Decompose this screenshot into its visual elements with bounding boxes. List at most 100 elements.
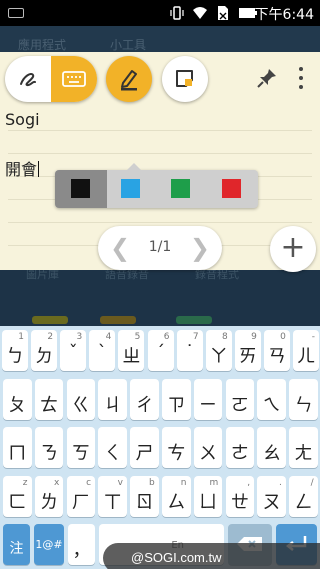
key-row2-8[interactable]: ㄟ xyxy=(257,379,286,420)
key-row3-5[interactable]: ㄘ xyxy=(162,427,191,468)
key-label: ㄕ xyxy=(135,443,154,464)
palette-pointer xyxy=(127,163,141,170)
key-row3-6[interactable]: ㄨ xyxy=(193,427,223,468)
key-row2-9[interactable]: ㄣ xyxy=(289,379,318,420)
key-label: ㄋ xyxy=(40,443,59,464)
key-row1-9[interactable]: ㄢ0 xyxy=(263,330,290,371)
key-hint: n xyxy=(180,478,187,488)
zhuyin-keyboard: ㄅ 1 ㄉ 2 ˇ 3 ˋ 4 ㄓ 5 ˊ 6 ˙ 7 ㄚ 8 ㄞ 9 ㄢ 0 ㄦ - ㄆㄊㄍㄐㄔㄗㄧㄛㄟㄣㄇㄋㄎㄑㄕㄘㄨㄜ… xyxy=(0,326,320,569)
key-label: ㄛ xyxy=(230,395,249,416)
keyboard-mode-button[interactable] xyxy=(51,56,97,102)
key-label: ㄦ xyxy=(297,346,315,367)
note-text-line-1[interactable]: Sogi xyxy=(5,110,40,129)
key-row1-7[interactable]: ㄚ8 xyxy=(205,330,232,371)
key-row3-3[interactable]: ㄑ xyxy=(98,427,127,468)
key-label: ㄏ xyxy=(71,492,90,513)
more-options-icon[interactable] xyxy=(299,67,305,94)
sticky-note-icon xyxy=(176,70,193,87)
key-row2-0[interactable]: ㄆ xyxy=(3,379,32,420)
key-row1-8[interactable]: ㄞ9 xyxy=(234,330,261,371)
key-row1-0[interactable]: ㄅ1 xyxy=(2,330,28,371)
key-row1-5[interactable]: ˊ6 xyxy=(147,330,174,371)
symbols-key[interactable]: 1@# xyxy=(34,524,64,565)
key-row1-3[interactable]: ˋ4 xyxy=(89,330,116,371)
key-hint: 7 xyxy=(192,332,199,342)
key-row4-5[interactable]: ㄙn xyxy=(162,476,191,517)
key-row3-7[interactable]: ㄜ xyxy=(225,427,255,468)
pen-color-button[interactable] xyxy=(106,56,152,102)
comma-key[interactable]: ， xyxy=(68,524,95,565)
key-hint: b xyxy=(148,478,155,488)
background-icon-strip xyxy=(176,316,212,324)
key-label: ˙ xyxy=(185,342,195,363)
key-row4-7[interactable]: ㄝ, xyxy=(225,476,255,517)
add-page-button[interactable]: + xyxy=(270,226,316,272)
key-row2-2[interactable]: ㄍ xyxy=(66,379,96,420)
key-row3-9[interactable]: ㄤ xyxy=(289,427,318,468)
key-hint: 4 xyxy=(105,332,112,342)
key-row1-10[interactable]: ㄦ- xyxy=(293,330,319,371)
handwriting-mode-button[interactable] xyxy=(5,56,51,102)
key-row3-8[interactable]: ㄠ xyxy=(257,427,286,468)
key-label: ㄔ xyxy=(135,395,154,416)
vibrate-icon xyxy=(170,6,184,20)
key-label: ㄍ xyxy=(71,395,90,416)
background-icon-strip xyxy=(100,316,136,324)
key-label: ㄑ xyxy=(103,443,122,464)
pin-icon[interactable] xyxy=(256,67,278,89)
key-label: ㄣ xyxy=(294,395,313,416)
wifi-icon xyxy=(193,7,207,19)
status-bar: 下午6:44 xyxy=(0,0,320,26)
key-row3-4[interactable]: ㄕ xyxy=(130,427,159,468)
key-row1-2[interactable]: ˇ3 xyxy=(60,330,87,371)
language-switch-key[interactable]: 注 xyxy=(3,524,30,565)
key-label: ㄌ xyxy=(40,492,59,513)
watermark: @SOGI.com.tw xyxy=(103,543,320,569)
key-row2-4[interactable]: ㄔ xyxy=(130,379,159,420)
keyboard-notification-icon xyxy=(8,8,24,18)
comma-key-label: ， xyxy=(72,540,91,561)
key-row3-2[interactable]: ㄎ xyxy=(66,427,96,468)
key-hint: 6 xyxy=(163,332,170,342)
key-hint: / xyxy=(310,478,314,488)
note-text-line-2[interactable]: 開會 xyxy=(5,156,40,180)
input-mode-toggle xyxy=(5,56,97,102)
memo-color-button[interactable] xyxy=(162,56,208,102)
key-row2-5[interactable]: ㄗ xyxy=(162,379,191,420)
key-row4-2[interactable]: ㄏc xyxy=(66,476,96,517)
color-swatch-green[interactable] xyxy=(171,179,190,198)
page-navigator: ❮ 1/1 ❯ xyxy=(98,226,222,270)
key-label: ㄘ xyxy=(167,443,186,464)
key-row4-6[interactable]: ㄩm xyxy=(193,476,223,517)
key-row4-0[interactable]: ㄈz xyxy=(3,476,32,517)
key-hint: . xyxy=(279,478,282,488)
key-row3-0[interactable]: ㄇ xyxy=(3,427,32,468)
key-row1-6[interactable]: ˙ 7 xyxy=(176,330,203,371)
key-hint: v xyxy=(117,478,123,488)
language-key-label: 注 xyxy=(9,541,24,557)
key-label: ㄊ xyxy=(40,395,59,416)
color-palette xyxy=(55,163,258,208)
color-swatch-black[interactable] xyxy=(71,179,90,198)
color-swatch-red[interactable] xyxy=(222,179,241,198)
next-page-button[interactable]: ❯ xyxy=(190,234,210,262)
background-tab-widgets: 小工具 xyxy=(110,38,147,52)
key-row4-1[interactable]: ㄌx xyxy=(34,476,64,517)
key-row4-3[interactable]: ㄒv xyxy=(98,476,127,517)
status-time: 下午6:44 xyxy=(254,7,314,23)
key-row4-8[interactable]: ㄡ. xyxy=(257,476,286,517)
key-row3-1[interactable]: ㄋ xyxy=(34,427,64,468)
key-row2-1[interactable]: ㄊ xyxy=(34,379,64,420)
key-row4-9[interactable]: ㄥ / xyxy=(289,476,318,517)
key-label: ㄚ xyxy=(209,346,228,367)
key-row2-6[interactable]: ㄧ xyxy=(193,379,223,420)
key-row1-4[interactable]: ㄓ5 xyxy=(118,330,145,371)
key-row4-4[interactable]: ㄖb xyxy=(130,476,159,517)
key-row1-1[interactable]: ㄉ2 xyxy=(31,330,58,371)
key-row2-7[interactable]: ㄛ xyxy=(225,379,255,420)
key-label: ㄙ xyxy=(167,492,186,513)
color-swatch-blue[interactable] xyxy=(121,179,140,198)
key-label: ㄎ xyxy=(71,443,90,464)
key-row2-3[interactable]: ㄐ xyxy=(98,379,127,420)
key-label: ㄓ xyxy=(122,346,141,367)
